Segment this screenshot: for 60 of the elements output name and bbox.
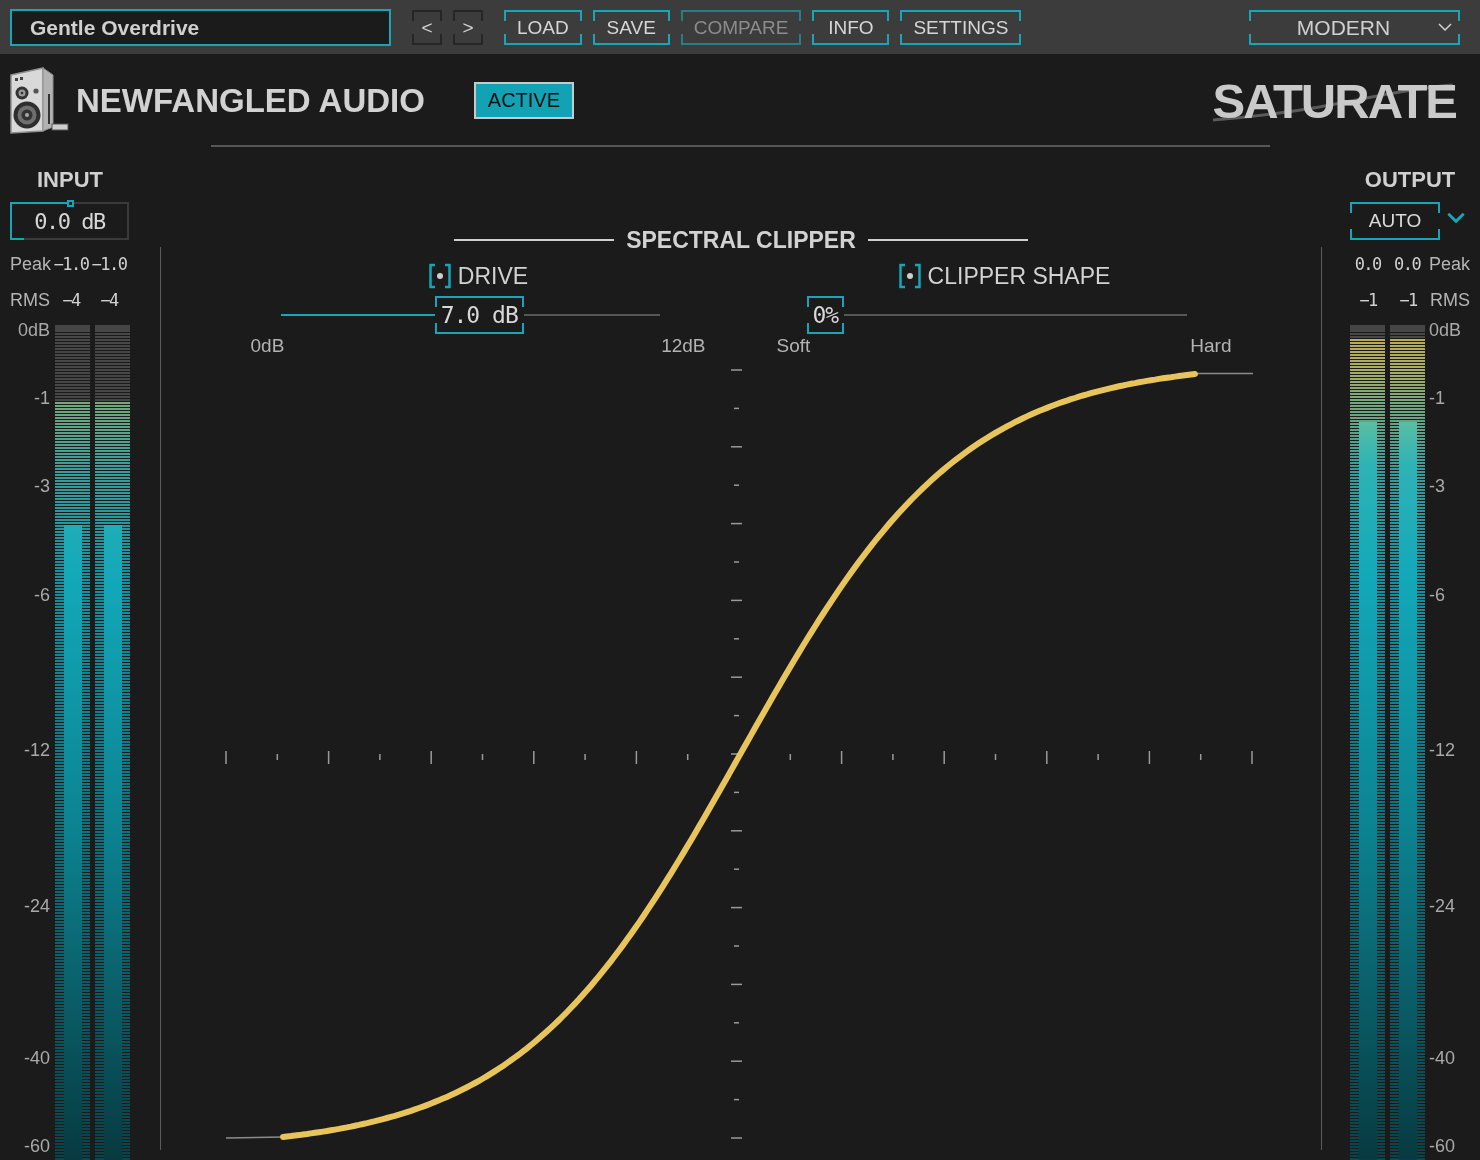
preset-step-button[interactable]: > (453, 9, 483, 45)
meter-scale-label: -24 (24, 896, 50, 917)
input-gain-field[interactable]: 0.0 dB (10, 202, 129, 240)
control-label: DRIVE (457, 262, 529, 290)
brand-name: NEWFANGLED AUDIO (76, 81, 425, 120)
meter-scale-label: -12 (1429, 740, 1455, 760)
meter-scale-label: -3 (34, 476, 50, 497)
meter-scale-label: -40 (24, 1048, 50, 1069)
peak-value: 0.0 (1394, 253, 1421, 276)
product-name: SATURATE (1212, 75, 1456, 126)
speaker-icon (8, 65, 70, 134)
meter-scale-label: -6 (1429, 584, 1445, 605)
output-mode-dropdown[interactable]: AUTO (1350, 202, 1440, 240)
rms-value: −4 (62, 289, 80, 312)
rms-value: −1 (1359, 289, 1377, 312)
rms-value: −1 (1399, 289, 1417, 312)
mode-dropdown[interactable]: MODERN (1249, 9, 1460, 45)
section-title: SPECTRAL CLIPPER (626, 228, 856, 252)
gain-handle[interactable] (66, 200, 74, 207)
toolbar-button[interactable]: SETTINGS (900, 9, 1022, 45)
active-toggle[interactable]: ACTIVE (473, 82, 574, 119)
meter-scale-label: -24 (1429, 896, 1455, 917)
range-min-label: 0dB (250, 334, 285, 358)
slider-track[interactable]: 0% (806, 296, 1187, 334)
preset-step-button[interactable]: < (412, 9, 442, 45)
toolbar-button[interactable]: SAVE (592, 9, 670, 45)
meter-scale-label: -12 (24, 740, 50, 760)
bracketed-dot-icon[interactable] (897, 263, 922, 289)
meter-scale-label: -3 (1429, 476, 1445, 497)
meter-scale-label: -60 (24, 1135, 50, 1156)
meter-scale-label: -6 (34, 584, 50, 605)
meter-scale-label: 0dB (17, 320, 50, 340)
peak-value: −1.0 (91, 253, 127, 276)
toolbar-button[interactable]: INFO (812, 9, 890, 45)
meter-scale-label: 0dB (1429, 320, 1462, 340)
range-max-label: Hard (1190, 334, 1232, 358)
peak-label: Peak (10, 253, 52, 274)
meter-scale-label: -1 (1429, 387, 1445, 408)
preset-name-field[interactable]: Gentle Overdrive (10, 8, 391, 46)
meter-scale-label: -60 (1429, 1135, 1455, 1156)
section-title: INPUT (37, 166, 103, 194)
peak-value: 0.0 (1354, 253, 1381, 276)
control-label: CLIPPER SHAPE (927, 262, 1111, 290)
meter-scale-label: -1 (34, 387, 50, 408)
chevron-down-icon[interactable] (1438, 23, 1452, 31)
rms-label: RMS (10, 289, 50, 310)
rms-label: RMS (1430, 289, 1470, 310)
toolbar-button[interactable]: LOAD (504, 9, 582, 45)
slider-track[interactable]: 7.0 dB (280, 296, 661, 334)
peak-label: Peak (1428, 253, 1470, 274)
peak-value: −1.0 (53, 253, 89, 276)
range-max-label: 12dB (661, 334, 706, 358)
slider-value-handle[interactable]: 0% (806, 296, 845, 334)
meter-scale-label: -40 (1429, 1048, 1455, 1069)
section-title: OUTPUT (1364, 166, 1456, 194)
range-min-label: Soft (776, 334, 811, 358)
bracketed-dot-icon[interactable] (427, 263, 452, 289)
chevron-down-icon[interactable] (1447, 212, 1465, 223)
slider-value-handle[interactable]: 7.0 dB (434, 296, 524, 334)
rms-value: −4 (100, 289, 118, 312)
